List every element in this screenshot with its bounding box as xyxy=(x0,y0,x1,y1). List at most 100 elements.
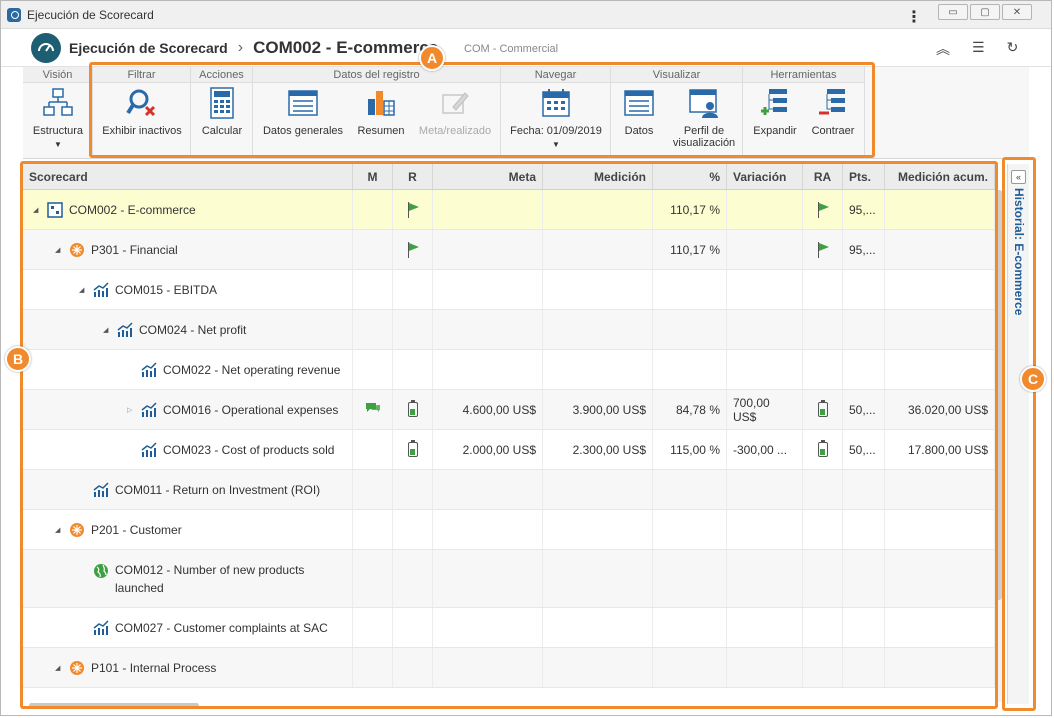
double-chevron-left-icon[interactable]: « xyxy=(1011,170,1026,184)
medicion-acum-value: 17.800,00 US$ xyxy=(885,430,995,469)
calendar-icon xyxy=(540,87,572,119)
indicator-chart-icon xyxy=(141,361,157,378)
row-label: P301 - Financial xyxy=(91,242,178,257)
datos-button[interactable]: Datos xyxy=(613,87,665,137)
table-row[interactable]: ◢ COM024 - Net profit xyxy=(23,310,995,350)
caret-down-icon: ▼ xyxy=(54,140,62,149)
column-header-pct[interactable]: % xyxy=(653,164,727,189)
calcular-label: Calcular xyxy=(201,125,243,137)
medicion-value: 3.900,00 US$ xyxy=(543,390,653,429)
title-bar: Ejecución de Scorecard ⋮ ▭ ▢ ✕ xyxy=(1,1,1051,29)
table-row[interactable]: ◢ P101 - Internal Process xyxy=(23,648,995,688)
table-row[interactable]: COM023 - Cost of products sold 2.000,00 … xyxy=(23,430,995,470)
column-header-meta[interactable]: Meta xyxy=(433,164,543,189)
meta-value: 4.600,00 US$ xyxy=(433,390,543,429)
perspective-icon xyxy=(69,242,85,258)
expand-triangle-icon[interactable]: ▷ xyxy=(127,406,141,414)
history-panel-label[interactable]: Historial: E-commerce xyxy=(1012,188,1026,315)
window-title: Ejecución de Scorecard xyxy=(27,7,154,22)
estructura-button[interactable]: Estructura ▼ xyxy=(27,87,89,151)
exhibir-inactivos-button[interactable]: Exhibir inactivos xyxy=(97,87,187,137)
perfil-visualizacion-button[interactable]: Perfil de visualización xyxy=(667,87,741,149)
table-row[interactable]: ◢ COM002 - E-commerce 110,17 % 95,... xyxy=(23,190,995,230)
calcular-button[interactable]: Calcular xyxy=(193,87,251,137)
fecha-button[interactable]: Fecha: 01/09/2019 ▼ xyxy=(505,87,607,151)
callout-badge-b: B xyxy=(5,346,31,372)
group-datos-registro: Datos del registro Datos generales Resum… xyxy=(253,67,501,159)
green-flag-icon xyxy=(816,241,830,258)
battery-status-icon xyxy=(817,400,828,417)
table-row[interactable]: ◢ P301 - Financial 110,17 % 95,... xyxy=(23,230,995,270)
resumen-button[interactable]: Resumen xyxy=(351,87,411,137)
collapse-triangle-icon[interactable]: ◢ xyxy=(103,326,117,334)
column-header-ra[interactable]: RA xyxy=(803,164,843,189)
column-header-medicion[interactable]: Medición xyxy=(543,164,653,189)
table-row[interactable]: COM022 - Net operating revenue xyxy=(23,350,995,390)
group-filtrar: Filtrar Exhibir inactivos xyxy=(93,67,191,159)
group-vision: Visión Estructura ▼ xyxy=(23,67,93,159)
collapse-triangle-icon[interactable]: ◢ xyxy=(55,526,69,534)
perspective-icon xyxy=(69,660,85,676)
more-options-icon[interactable]: ⋮ xyxy=(906,7,922,27)
table-row[interactable]: COM012 - Number of new products launched xyxy=(23,550,995,608)
row-label: COM011 - Return on Investment (ROI) xyxy=(115,482,321,497)
table-row[interactable]: COM011 - Return on Investment (ROI) xyxy=(23,470,995,510)
form-icon xyxy=(287,87,319,119)
pts-value: 50,... xyxy=(843,430,885,469)
row-label: COM024 - Net profit xyxy=(139,322,247,337)
group-visualizar: Visualizar Datos Perfil de visualización xyxy=(611,67,743,159)
app-icon xyxy=(7,7,21,22)
comments-icon[interactable] xyxy=(365,401,381,418)
perfil-label-line1: Perfil de xyxy=(683,125,725,137)
meta-realizado-button[interactable]: Meta/realizado xyxy=(413,87,497,137)
breadcrumb-root[interactable]: Ejecución de Scorecard xyxy=(69,40,228,56)
meta-realizado-label: Meta/realizado xyxy=(418,125,492,137)
maximize-button[interactable]: ▢ xyxy=(970,4,1000,20)
table-row[interactable]: COM027 - Customer complaints at SAC xyxy=(23,608,995,648)
table-row[interactable]: ◢ P201 - Customer xyxy=(23,510,995,550)
group-acciones: Acciones Calcular xyxy=(191,67,253,159)
row-label: COM016 - Operational expenses xyxy=(163,402,339,417)
collapse-triangle-icon[interactable]: ◢ xyxy=(79,286,93,294)
battery-status-icon xyxy=(407,440,418,457)
vertical-scrollbar[interactable] xyxy=(995,190,1003,702)
indicator-chart-icon xyxy=(117,321,133,338)
contraer-label: Contraer xyxy=(811,125,855,137)
medicion-value: 2.300,00 US$ xyxy=(543,430,653,469)
row-label: P201 - Customer xyxy=(91,522,182,537)
expandir-label: Expandir xyxy=(753,125,797,137)
group-herramientas: Herramientas Expandir Contraer xyxy=(743,67,865,159)
datos-generales-button[interactable]: Datos generales xyxy=(257,87,349,137)
page-subtitle: COM - Commercial xyxy=(464,43,559,55)
collapse-triangle-icon[interactable]: ◢ xyxy=(55,664,69,672)
column-header-m[interactable]: M xyxy=(353,164,393,189)
contraer-button[interactable]: Contraer xyxy=(805,87,861,137)
list-icon[interactable]: ☰ xyxy=(972,39,985,59)
medicion-acum-value: 36.020,00 US$ xyxy=(885,390,995,429)
collapse-triangle-icon[interactable]: ◢ xyxy=(55,246,69,254)
group-title: Navegar xyxy=(501,67,610,83)
column-header-r[interactable]: R xyxy=(393,164,433,189)
column-header-scorecard[interactable]: Scorecard xyxy=(23,164,353,189)
horizontal-scrollbar[interactable] xyxy=(23,701,995,709)
pts-value: 95,... xyxy=(843,190,885,229)
scrollbar-thumb[interactable] xyxy=(996,190,1002,600)
pct-value: 110,17 % xyxy=(653,230,727,269)
breadcrumb-separator-icon: › xyxy=(237,38,244,56)
table-row[interactable]: ◢ COM015 - EBITDA xyxy=(23,270,995,310)
close-button[interactable]: ✕ xyxy=(1002,4,1032,20)
scorecard-icon xyxy=(47,201,63,218)
column-header-pts[interactable]: Pts. xyxy=(843,164,885,189)
double-chevron-up-icon[interactable]: ︽ xyxy=(936,39,950,59)
minimize-button[interactable]: ▭ xyxy=(938,4,968,20)
column-header-medicion-acum[interactable]: Medición acum. xyxy=(885,164,995,189)
perfil-label-line2: visualización xyxy=(672,137,736,149)
table-row[interactable]: ▷ COM016 - Operational expenses 4.600,00… xyxy=(23,390,995,430)
history-side-panel: « Historial: E-commerce xyxy=(1007,164,1029,704)
refresh-icon[interactable]: ↻ xyxy=(1007,39,1019,59)
scrollbar-thumb[interactable] xyxy=(29,703,199,708)
column-header-variacion[interactable]: Variación xyxy=(727,164,803,189)
collapse-triangle-icon[interactable]: ◢ xyxy=(33,206,47,214)
expandir-button[interactable]: Expandir xyxy=(747,87,803,137)
user-profile-icon xyxy=(688,87,720,119)
